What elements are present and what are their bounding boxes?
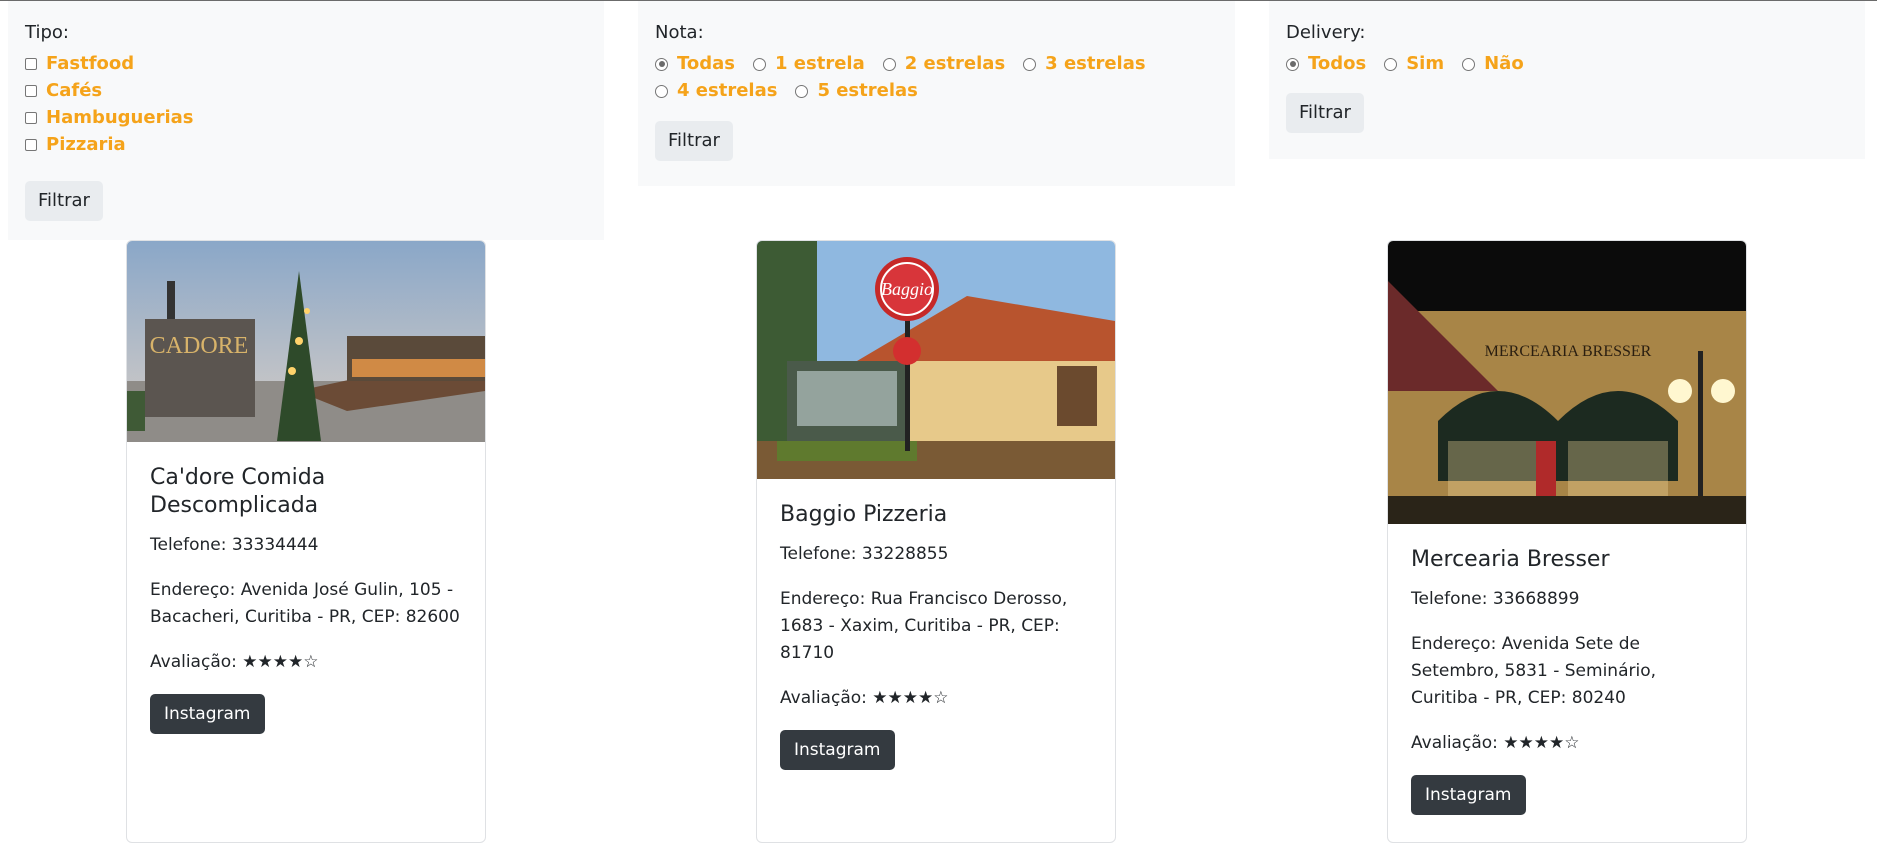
restaurant-rating: Avaliação: ★★★★☆ (780, 688, 949, 708)
restaurant-name: Ca'dore Comida Descomplicada (150, 465, 326, 518)
option-label: 3 estrelas (1045, 53, 1146, 74)
card-body: Mercearia Bresser Telefone: 33668899 End… (1388, 524, 1746, 837)
radio-circle[interactable] (795, 84, 809, 98)
checkbox-box[interactable] (25, 112, 37, 124)
restaurant-name: Baggio Pizzeria (780, 502, 948, 527)
filter-title-tipo: Tipo: (25, 22, 69, 43)
filter-title-nota: Nota: (655, 22, 704, 43)
radio-todas[interactable]: Todas (655, 53, 735, 75)
filter-button-delivery[interactable]: Filtrar (1286, 93, 1364, 133)
radio-4-estrelas[interactable]: 4 estrelas (655, 80, 777, 102)
tipo-options: Fastfood Cafés Hambuguerias Pizzaria (25, 53, 587, 156)
option-label: 4 estrelas (677, 80, 778, 101)
restaurant-photo: Baggio (757, 241, 1115, 479)
checkbox-box[interactable] (25, 85, 37, 97)
restaurant-rating: Avaliação: ★★★★☆ (150, 652, 319, 672)
instagram-button[interactable]: Instagram (780, 730, 895, 770)
restaurant-photo: MERCEARIA BRESSER (1388, 241, 1746, 524)
option-label: Pizzaria (46, 134, 126, 155)
restaurant-card: MERCEARIA BRESSER Mercearia Bresser Tele… (1387, 240, 1747, 843)
checkbox-box[interactable] (25, 139, 37, 151)
restaurant-photo: CADORE (127, 241, 485, 442)
option-label: 1 estrela (775, 53, 865, 74)
radio-circle[interactable] (1023, 57, 1037, 71)
photo-sign-text: CADORE (150, 333, 249, 359)
checkbox-pizzaria[interactable]: Pizzaria (25, 134, 587, 156)
nota-options: Todas 1 estrela 2 estrelas 3 estrelas 4 … (655, 53, 1195, 102)
option-label: Fastfood (46, 53, 135, 74)
photo-sign-text: Baggio (881, 279, 933, 299)
restaurant-phone: Telefone: 33334444 (150, 535, 319, 555)
instagram-button[interactable]: Instagram (150, 694, 265, 734)
option-label: Todas (677, 53, 735, 74)
restaurant-address: Endereço: Avenida José Gulin, 105 - Baca… (150, 580, 460, 627)
option-label: Não (1484, 53, 1524, 74)
photo-sign-text: MERCEARIA BRESSER (1485, 343, 1652, 360)
option-label: 2 estrelas (904, 53, 1006, 74)
checkbox-box[interactable] (25, 58, 37, 70)
radio-nao[interactable]: Não (1462, 53, 1524, 75)
radio-circle[interactable] (1286, 57, 1299, 71)
option-label: Todos (1308, 53, 1367, 74)
filter-panel-tipo: Tipo: Fastfood Cafés Hambuguerias Pizzar… (8, 1, 604, 240)
radio-1-estrela[interactable]: 1 estrela (753, 53, 865, 75)
filter-panel-delivery: Delivery: Todos Sim Não Filtrar (1269, 1, 1865, 159)
radio-circle[interactable] (655, 57, 668, 71)
radio-3-estrelas[interactable]: 3 estrelas (1023, 53, 1146, 75)
delivery-options: Todos Sim Não (1286, 53, 1826, 75)
restaurant-card: Baggio Baggio Pizzeria Telefone: 3322885… (756, 240, 1116, 843)
radio-circle[interactable] (753, 57, 766, 71)
restaurant-address: Endereço: Avenida Sete de Setembro, 5831… (1411, 634, 1656, 708)
filter-button-tipo[interactable]: Filtrar (25, 181, 103, 221)
radio-circle[interactable] (655, 84, 668, 98)
radio-circle[interactable] (882, 57, 896, 71)
checkbox-cafes[interactable]: Cafés (25, 80, 587, 102)
restaurant-address: Endereço: Rua Francisco Derosso, 1683 - … (780, 589, 1068, 663)
radio-todos[interactable]: Todos (1286, 53, 1366, 75)
radio-5-estrelas[interactable]: 5 estrelas (795, 80, 918, 102)
filter-panel-nota: Nota: Todas 1 estrela 2 estrelas 3 estre… (638, 1, 1235, 186)
restaurant-phone: Telefone: 33668899 (1411, 589, 1580, 609)
filter-title-delivery: Delivery: (1286, 22, 1366, 43)
instagram-button[interactable]: Instagram (1411, 775, 1526, 815)
option-label: Sim (1406, 53, 1445, 74)
restaurant-name: Mercearia Bresser (1411, 547, 1610, 572)
card-body: Ca'dore Comida Descomplicada Telefone: 3… (127, 442, 485, 756)
restaurant-phone: Telefone: 33228855 (780, 544, 949, 564)
restaurant-rating: Avaliação: ★★★★☆ (1411, 733, 1580, 753)
checkbox-fastfood[interactable]: Fastfood (25, 53, 587, 75)
card-body: Baggio Pizzeria Telefone: 33228855 Ender… (757, 479, 1115, 792)
radio-2-estrelas[interactable]: 2 estrelas (882, 53, 1006, 75)
option-label: Cafés (46, 80, 103, 101)
filter-button-nota[interactable]: Filtrar (655, 121, 733, 161)
restaurant-card: CADORE Ca'dore Comida Descomplicada Tele… (126, 240, 486, 843)
option-label: 5 estrelas (817, 80, 918, 101)
radio-circle[interactable] (1384, 57, 1398, 71)
option-label: Hambuguerias (46, 107, 194, 128)
checkbox-hambuguerias[interactable]: Hambuguerias (25, 107, 587, 129)
radio-circle[interactable] (1462, 57, 1476, 71)
radio-sim[interactable]: Sim (1384, 53, 1444, 75)
